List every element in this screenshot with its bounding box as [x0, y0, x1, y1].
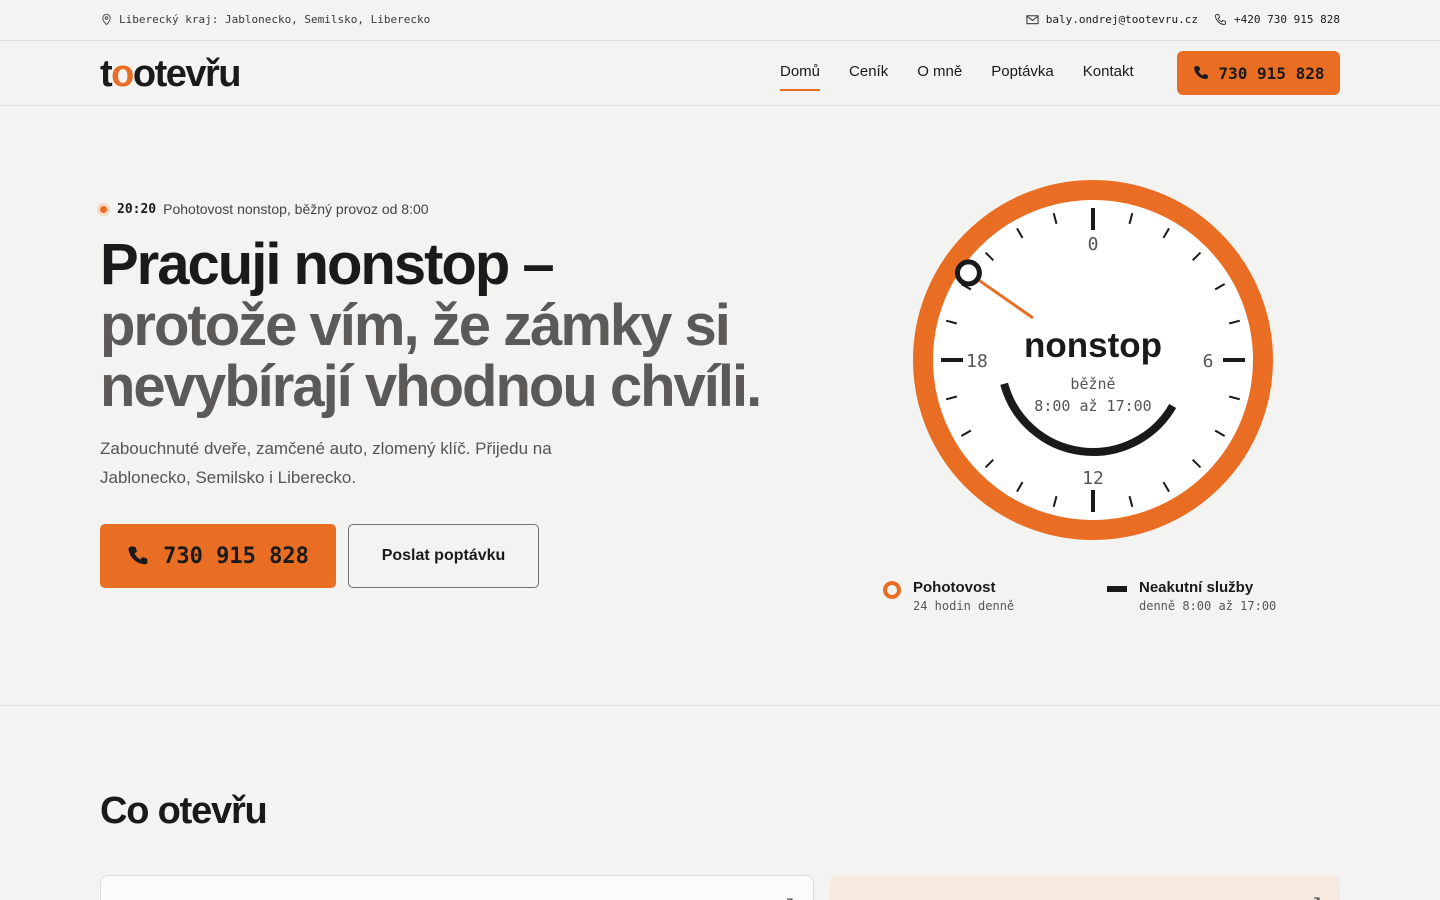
bar-icon: [1107, 586, 1127, 592]
clock-label-18: 18: [966, 351, 988, 372]
current-time-marker: [954, 259, 982, 287]
nav-pricing[interactable]: Ceník: [849, 63, 888, 91]
service-card[interactable]: [830, 875, 1340, 900]
contact-info: baly.ondrej@tootevru.cz +420 730 915 828: [1026, 11, 1340, 27]
legend-regular-sub: denně 8:00 až 17:00: [1139, 599, 1277, 613]
schedule-clock: 0 6 12 18 nonstop běžně 8:00 až 17:00: [913, 180, 1273, 540]
phone-icon: [1214, 13, 1227, 25]
legend-emergency-title: Pohotovost: [913, 579, 996, 596]
logo-text: tootevřu: [100, 52, 242, 95]
legend-emergency-sub: 24 hodin denně: [913, 599, 1015, 613]
hero-call-label: 730 915 828: [163, 543, 309, 569]
hero-call-button[interactable]: 730 915 828: [100, 524, 336, 588]
nav-contact[interactable]: Kontakt: [1083, 63, 1134, 91]
arrow-icon: [787, 898, 793, 900]
hero-title: Pracuji nonstop – protože vím, že zámky …: [100, 234, 800, 417]
nav-home[interactable]: Domů: [780, 63, 821, 91]
status-time: 20:20: [117, 201, 157, 217]
phone-icon: [128, 546, 148, 565]
status-dot-icon: [97, 202, 110, 216]
top-bar: Liberecký kraj: Jablonecko, Semilsko, Li…: [0, 0, 1440, 41]
phone-link[interactable]: +420 730 915 828: [1234, 13, 1340, 26]
section-divider: [0, 705, 1440, 706]
nav-inquiry[interactable]: Poptávka: [991, 63, 1054, 91]
mail-icon: [1026, 14, 1039, 24]
clock-center-sub1: běžně: [1070, 375, 1115, 393]
site-logo[interactable]: tootevřu: [100, 52, 242, 95]
clock-label-0: 0: [1088, 234, 1099, 255]
clock-label-12: 12: [1082, 468, 1104, 489]
arrow-icon: [1314, 897, 1320, 900]
hero-title-line2: protože vím, že zámky si nevybírají vhod…: [100, 293, 762, 419]
hero-lead: Zabouchnuté dveře, zamčené auto, zlomený…: [100, 439, 552, 487]
legend-emergency: Pohotovost 24 hodin denně: [883, 579, 1014, 613]
phone-icon: [1193, 66, 1208, 80]
nav-about[interactable]: O mně: [917, 63, 962, 91]
main-nav: Domů Ceník O mně Poptávka Kontakt: [780, 63, 1134, 91]
email-link[interactable]: baly.ondrej@tootevru.cz: [1046, 13, 1198, 26]
status-line: 20:20 Pohotovost nonstop, běžný provoz o…: [97, 201, 429, 217]
map-pin-icon: [102, 13, 111, 25]
hero-title-line1: Pracuji nonstop –: [100, 232, 555, 297]
status-text: Pohotovost nonstop, běžný provoz od 8:00: [163, 201, 429, 217]
clock-center-title: nonstop: [1024, 326, 1162, 365]
section-title: Co otevřu: [100, 790, 268, 832]
location-text: Liberecký kraj: Jablonecko, Semilsko, Li…: [119, 12, 431, 26]
legend-regular: Neakutní služby denně 8:00 až 17:00: [1107, 579, 1276, 613]
clock-label-6: 6: [1203, 351, 1214, 372]
clock-center-sub2: 8:00 až 17:00: [1034, 397, 1151, 415]
legend-regular-title: Neakutní služby: [1139, 579, 1254, 596]
header-call-label: 730 915 828: [1218, 63, 1325, 83]
ring-icon: [883, 581, 901, 599]
location-info: Liberecký kraj: Jablonecko, Semilsko, Li…: [100, 11, 430, 27]
service-card[interactable]: [100, 875, 814, 900]
main-header: tootevřu Domů Ceník O mně Poptávka Konta…: [0, 41, 1440, 106]
send-inquiry-button[interactable]: Poslat poptávku: [348, 524, 539, 588]
header-call-button[interactable]: 730 915 828: [1177, 51, 1340, 95]
